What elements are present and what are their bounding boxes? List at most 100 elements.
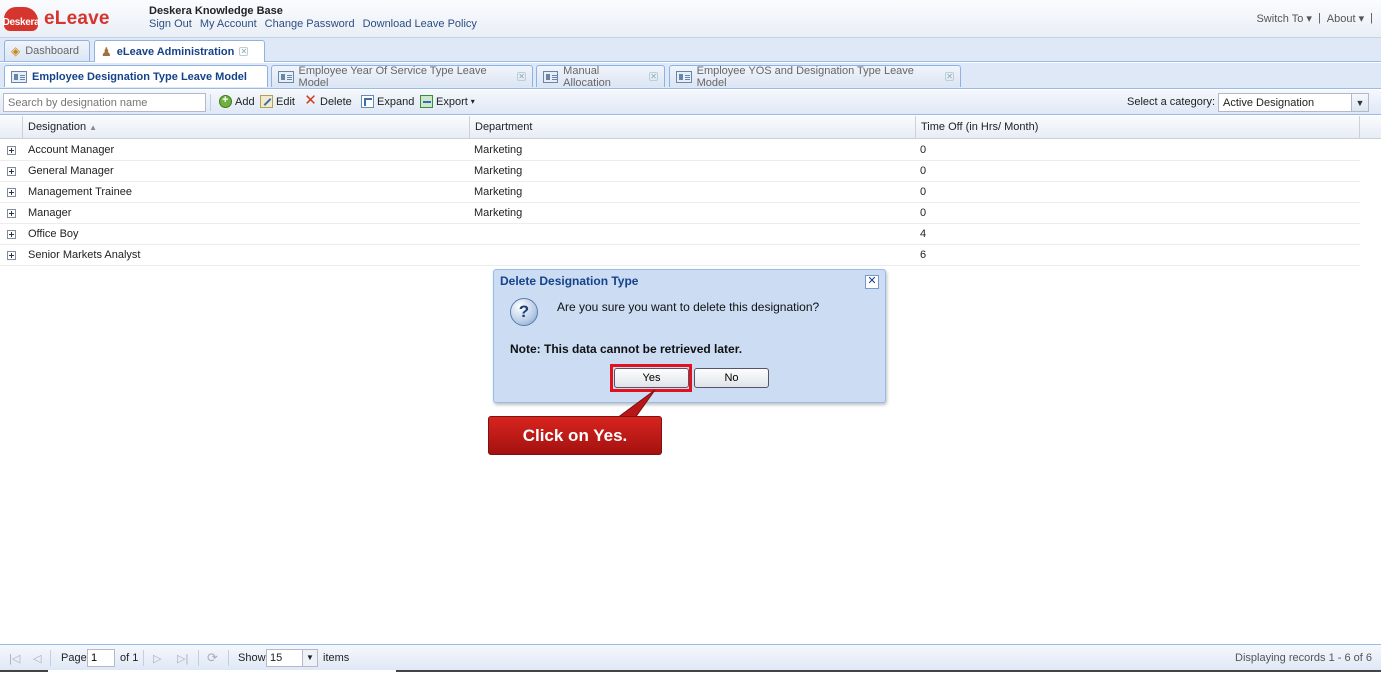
deskera-logo[interactable]: Deskera eLeave [3, 5, 110, 33]
paging-toolbar: |◁ ◁ Page of 1 ▷ ▷| ⟳ Show 15 ▼ items Di… [0, 644, 1381, 670]
designation-cell: Management Trainee [28, 186, 132, 198]
about-menu[interactable]: About ▾ [1327, 12, 1364, 25]
change-password-link[interactable]: Change Password [265, 18, 355, 30]
column-header-department[interactable]: Department [469, 116, 915, 139]
designation-cell: General Manager [28, 165, 114, 177]
bottom-edge [0, 670, 1381, 674]
dialog-message: Are you sure you want to delete this des… [557, 300, 820, 314]
first-page-icon[interactable]: |◁ [9, 652, 20, 665]
grid-toolbar: Add Edit ✕ Delete Expand Export ▾ Select… [0, 90, 1381, 115]
last-page-icon[interactable]: ▷| [177, 652, 188, 665]
dashboard-icon: ◈ [11, 44, 21, 58]
sign-out-link[interactable]: Sign Out [149, 18, 192, 30]
table-row[interactable]: Management Trainee Marketing 0 [0, 182, 1360, 203]
expand-row-icon[interactable] [7, 146, 16, 155]
logo-cloud-icon: Deskera [3, 7, 40, 31]
tab-label: Employee YOS and Designation Type Leave … [696, 64, 914, 89]
delete-icon: ✕ [304, 92, 317, 109]
designation-cell: Senior Markets Analyst [28, 249, 141, 261]
tab-designation-leave-model[interactable]: Employee Designation Type Leave Model [4, 65, 268, 87]
search-input[interactable] [3, 93, 206, 112]
no-button[interactable]: No [694, 368, 769, 388]
table-row[interactable]: Manager Marketing 0 [0, 203, 1360, 224]
category-label: Select a category: [1127, 96, 1216, 108]
record-count: Displaying records 1 - 6 of 6 [1235, 652, 1372, 664]
main-tab-bar: ◈ Dashboard ♟ eLeave Administration ✕ [0, 38, 1381, 62]
edit-icon [260, 95, 273, 108]
card-icon [676, 70, 692, 83]
refresh-icon[interactable]: ⟳ [207, 650, 218, 666]
close-icon[interactable]: ✕ [865, 275, 879, 289]
kb-title: Deskera Knowledge Base [149, 5, 283, 17]
table-row[interactable]: Account Manager Marketing 0 [0, 140, 1360, 161]
paging-separator [228, 650, 229, 666]
about-label: About [1326, 13, 1356, 25]
show-label: Show [238, 652, 266, 664]
card-icon [278, 70, 294, 83]
switch-to-label: Switch To [1256, 13, 1304, 25]
expand-row-icon[interactable] [7, 209, 16, 218]
export-label: Export [436, 95, 468, 108]
column-label: Designation [28, 121, 87, 133]
switch-to-menu[interactable]: Switch To ▾ [1256, 12, 1311, 25]
tab-eleave-administration[interactable]: ♟ eLeave Administration ✕ [94, 40, 265, 62]
tab-yos-designation-leave-model[interactable]: Employee YOS and Designation Type Leave … [669, 64, 961, 89]
department-cell: Marketing [474, 144, 523, 156]
add-button[interactable]: Add [219, 94, 255, 108]
paging-separator [50, 650, 51, 666]
my-account-link[interactable]: My Account [200, 18, 257, 30]
time-off-cell: 0 [920, 144, 927, 156]
department-cell: Marketing [474, 207, 523, 219]
instruction-callout: Click on Yes. [488, 416, 662, 455]
page-label: Page [61, 652, 87, 664]
tab-label: Employee Year Of Service Type Leave Mode… [298, 64, 487, 89]
column-header-time-off[interactable]: Time Off (in Hrs/ Month) [915, 116, 1360, 139]
delete-button[interactable]: ✕ Delete [304, 92, 352, 109]
tab-label: eLeave Administration [116, 45, 235, 58]
paging-separator [198, 650, 199, 666]
items-label: items [323, 652, 350, 664]
table-row[interactable]: General Manager Marketing 0 [0, 161, 1360, 182]
tab-label: Dashboard [25, 45, 80, 57]
page-number-input[interactable] [87, 649, 115, 667]
expand-row-icon[interactable] [7, 188, 16, 197]
edit-button[interactable]: Edit [260, 95, 295, 108]
expand-button[interactable]: Expand [361, 95, 414, 108]
page-size-select[interactable]: 15 ▼ [266, 649, 318, 667]
designation-cell: Account Manager [28, 144, 115, 156]
toolbar-separator [210, 94, 211, 111]
tab-label: Employee Designation Type Leave Model [32, 70, 247, 83]
time-off-cell: 6 [920, 249, 927, 261]
column-label: Department [475, 121, 533, 133]
chevron-down-icon[interactable]: ▼ [302, 650, 317, 666]
expand-icon [361, 95, 374, 108]
next-page-icon[interactable]: ▷ [153, 652, 161, 665]
close-icon[interactable]: ✕ [945, 72, 954, 81]
category-select[interactable]: Active Designation ▼ [1218, 93, 1369, 112]
close-icon[interactable]: ✕ [517, 72, 526, 81]
export-button[interactable]: Export ▾ [420, 95, 475, 108]
expand-row-icon[interactable] [7, 251, 16, 260]
add-label: Add [235, 95, 255, 108]
close-icon[interactable]: ✕ [239, 47, 249, 56]
expand-row-icon[interactable] [7, 230, 16, 239]
tab-manual-allocation[interactable]: Manual Allocation ✕ [536, 64, 665, 89]
close-icon[interactable]: ✕ [649, 72, 658, 81]
department-cell: Marketing [474, 186, 523, 198]
grid-header: Designation ▲ Department Time Off (in Hr… [0, 116, 1381, 139]
table-row[interactable]: Office Boy 4 [0, 224, 1360, 245]
chevron-down-icon[interactable]: ▼ [1351, 94, 1368, 111]
tab-label: Manual Allocation [563, 64, 611, 89]
top-links: Sign Out My Account Change Password Down… [149, 18, 477, 30]
tab-dashboard[interactable]: ◈ Dashboard [4, 40, 90, 61]
designation-cell: Manager [28, 207, 72, 219]
column-header-designation[interactable]: Designation ▲ [22, 116, 469, 139]
time-off-cell: 0 [920, 207, 927, 219]
prev-page-icon[interactable]: ◁ [33, 652, 41, 665]
category-value: Active Designation [1223, 96, 1315, 109]
expand-row-icon[interactable] [7, 167, 16, 176]
tab-year-of-service-leave-model[interactable]: Employee Year Of Service Type Leave Mode… [271, 64, 533, 89]
app-header: Deskera eLeave Deskera Knowledge Base Si… [0, 0, 1381, 38]
table-row[interactable]: Senior Markets Analyst 6 [0, 245, 1360, 266]
download-leave-policy-link[interactable]: Download Leave Policy [363, 18, 477, 30]
